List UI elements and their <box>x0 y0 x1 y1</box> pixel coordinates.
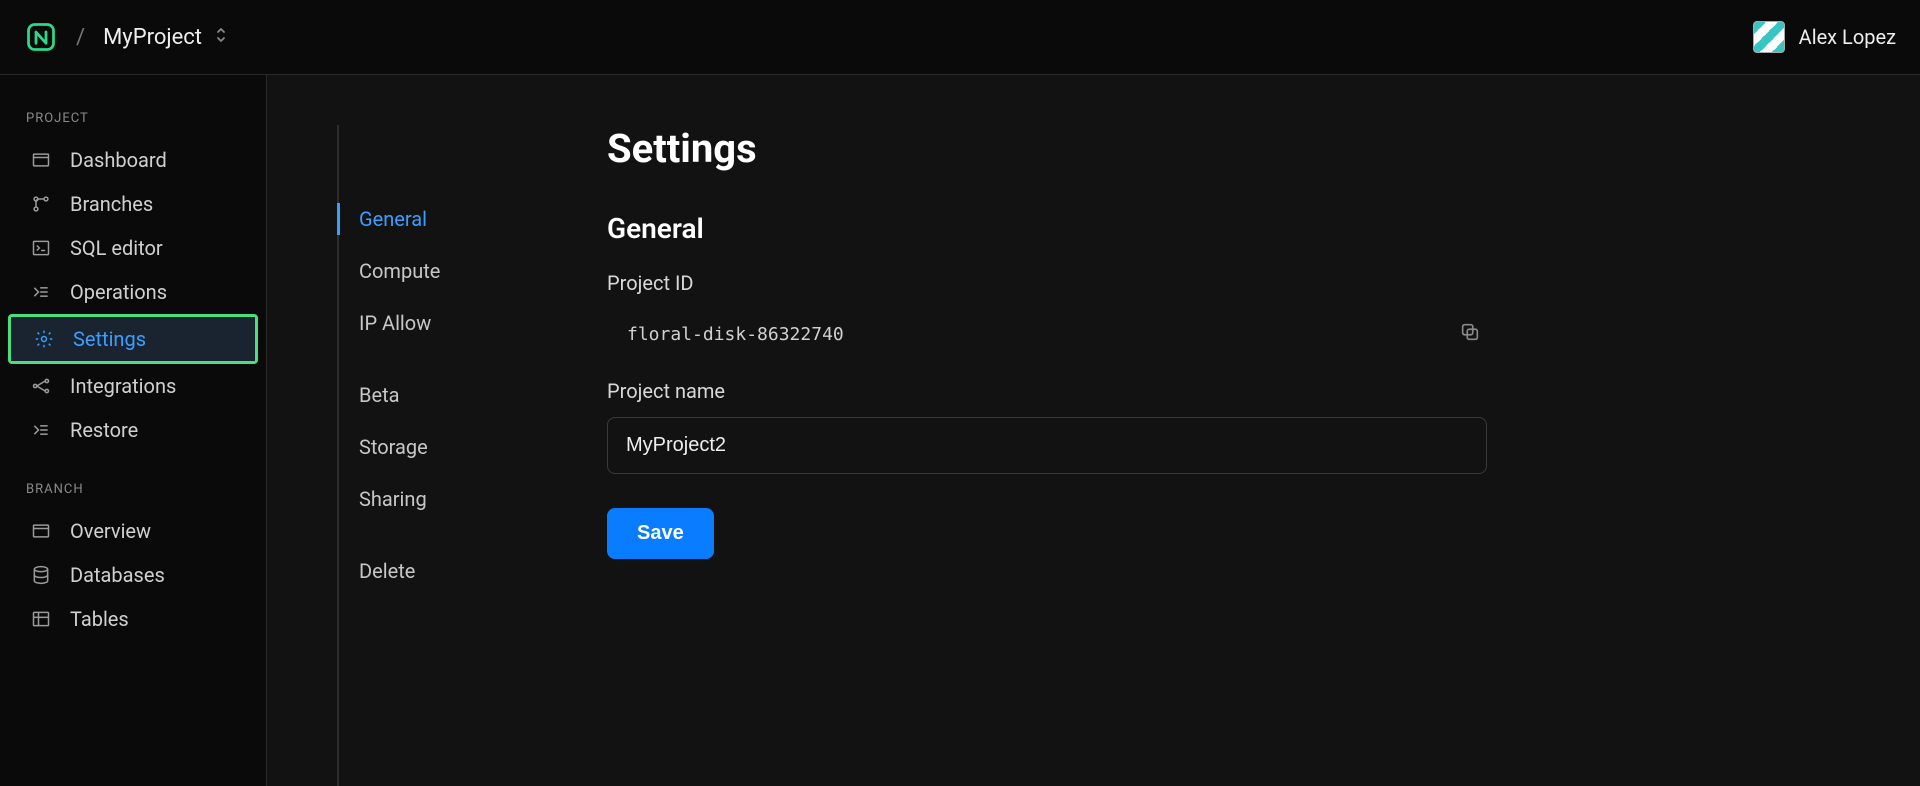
copy-icon[interactable] <box>1453 315 1487 353</box>
project-switcher[interactable]: MyProject <box>103 25 228 50</box>
tables-icon <box>30 608 52 630</box>
sidebar-item-label: SQL editor <box>70 236 163 260</box>
sidebar-item-settings-highlight: Settings <box>8 314 258 364</box>
breadcrumb-separator: / <box>76 25 85 50</box>
sidebar-item-label: Overview <box>70 519 151 543</box>
sidebar-item-label: Settings <box>73 327 146 351</box>
chevron-up-down-icon <box>214 25 228 50</box>
database-icon <box>30 564 52 586</box>
section-title: General <box>607 212 1487 245</box>
subnav-item-label: IP Allow <box>359 311 431 335</box>
sidebar-item-sql-editor[interactable]: SQL editor <box>0 226 266 270</box>
project-switcher-label: MyProject <box>103 25 202 50</box>
sidebar-item-restore[interactable]: Restore <box>0 408 266 452</box>
sidebar-item-databases[interactable]: Databases <box>0 553 266 597</box>
overview-icon <box>30 520 52 542</box>
subnav-item-label: Delete <box>359 559 415 583</box>
terminal-icon <box>30 237 52 259</box>
content: General Compute IP Allow Beta Storage Sh… <box>267 75 1920 786</box>
subnav-item-general[interactable]: General <box>339 195 537 243</box>
sidebar-item-overview[interactable]: Overview <box>0 509 266 553</box>
sidebar-item-label: Operations <box>70 280 167 304</box>
sidebar: PROJECT Dashboard Branches SQL editor Op… <box>0 75 267 786</box>
project-id-value: floral-disk-86322740 <box>627 324 844 345</box>
settings-panel: Settings General Project ID floral-disk-… <box>607 125 1487 786</box>
subnav-item-label: Compute <box>359 259 440 283</box>
avatar[interactable] <box>1753 21 1785 53</box>
subnav-item-label: Sharing <box>359 487 427 511</box>
sidebar-item-dashboard[interactable]: Dashboard <box>0 138 266 182</box>
sidebar-item-label: Databases <box>70 563 165 587</box>
subnav-item-delete[interactable]: Delete <box>339 547 537 595</box>
subnav-item-sharing[interactable]: Sharing <box>339 475 537 523</box>
sidebar-item-tables[interactable]: Tables <box>0 597 266 641</box>
subnav-item-label: Storage <box>359 435 428 459</box>
sidebar-item-label: Tables <box>70 607 129 631</box>
sidebar-section-branch: BRANCH <box>0 474 266 509</box>
project-id-row: floral-disk-86322740 <box>607 309 1487 379</box>
subnav-item-compute[interactable]: Compute <box>339 247 537 295</box>
user-name: Alex Lopez <box>1799 25 1896 49</box>
subnav-item-label: Beta <box>359 383 400 407</box>
sidebar-item-label: Restore <box>70 418 138 442</box>
project-name-input[interactable] <box>607 417 1487 474</box>
sidebar-item-operations[interactable]: Operations <box>0 270 266 314</box>
operations-icon <box>30 281 52 303</box>
project-name-label: Project name <box>607 379 1487 403</box>
main: PROJECT Dashboard Branches SQL editor Op… <box>0 75 1920 786</box>
topbar-right: Alex Lopez <box>1753 21 1896 53</box>
subnav-item-label: General <box>359 207 427 231</box>
gear-icon <box>33 328 55 350</box>
page-title: Settings <box>607 125 1487 172</box>
sidebar-item-branches[interactable]: Branches <box>0 182 266 226</box>
app-logo[interactable] <box>24 20 58 54</box>
settings-subnav: General Compute IP Allow Beta Storage Sh… <box>337 125 537 786</box>
sidebar-item-label: Dashboard <box>70 148 167 172</box>
sidebar-item-label: Integrations <box>70 374 176 398</box>
sidebar-item-settings[interactable]: Settings <box>11 317 255 361</box>
branches-icon <box>30 193 52 215</box>
topbar-left: / MyProject <box>24 20 228 54</box>
sidebar-section-project: PROJECT <box>0 103 266 138</box>
project-id-label: Project ID <box>607 271 1487 295</box>
restore-icon <box>30 419 52 441</box>
subnav-item-storage[interactable]: Storage <box>339 423 537 471</box>
sidebar-item-integrations[interactable]: Integrations <box>0 364 266 408</box>
sidebar-item-label: Branches <box>70 192 153 216</box>
topbar: / MyProject Alex Lopez <box>0 0 1920 75</box>
integrations-icon <box>30 375 52 397</box>
subnav-item-ip-allow[interactable]: IP Allow <box>339 299 537 347</box>
dashboard-icon <box>30 149 52 171</box>
subnav-item-beta[interactable]: Beta <box>339 371 537 419</box>
save-button[interactable]: Save <box>607 508 714 559</box>
